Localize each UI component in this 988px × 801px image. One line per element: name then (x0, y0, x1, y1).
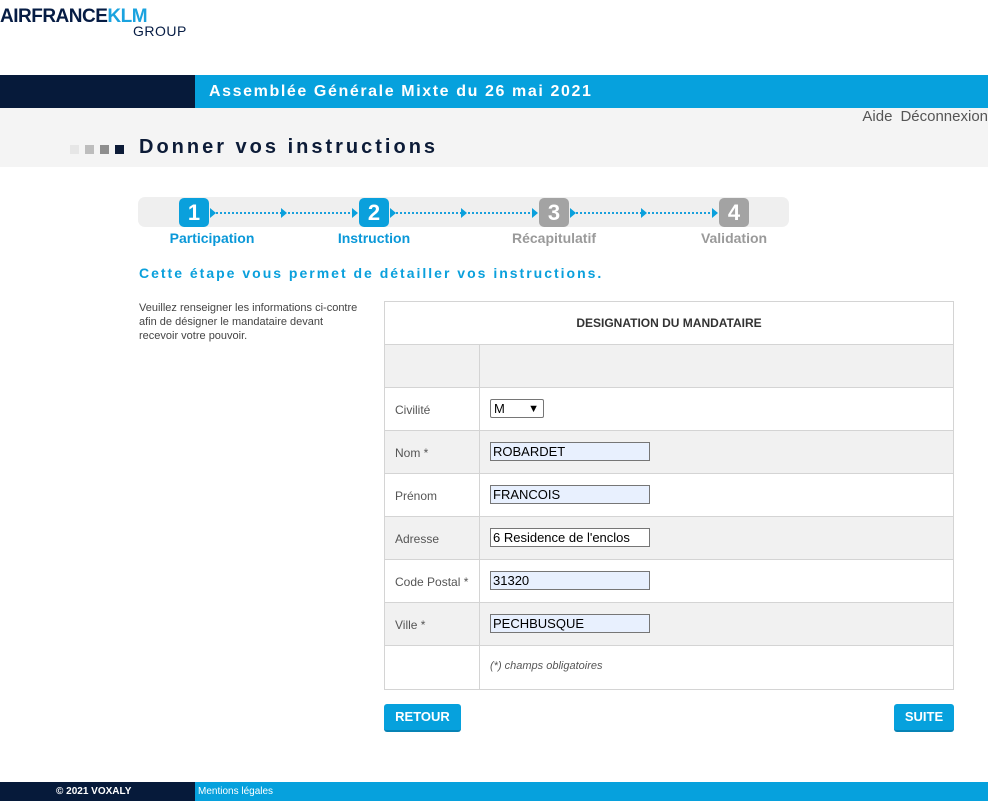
civilite-label: Civilité (385, 388, 480, 430)
arrow-right-icon (570, 208, 576, 218)
civilite-select[interactable]: M ▼ (490, 399, 544, 418)
title-square-icon (115, 145, 124, 154)
ville-input[interactable] (490, 614, 650, 633)
arrow-right-icon (532, 208, 538, 218)
prenom-label: Prénom (385, 474, 480, 516)
required-fields-note: (*) champs obligatoires (490, 660, 603, 672)
footer-bar: Mentions légales (195, 782, 988, 801)
arrow-right-icon (281, 208, 287, 218)
form-row-note: (*) champs obligatoires (385, 646, 953, 689)
code-postal-label: Code Postal * (385, 560, 480, 602)
arrow-right-icon (352, 208, 358, 218)
logout-link[interactable]: Déconnexion (900, 108, 988, 125)
step-label-participation: Participation (169, 230, 255, 246)
civilite-value: M (494, 401, 505, 416)
form-cell (480, 603, 953, 645)
form-spacer-row (385, 345, 953, 388)
top-links: Aide Déconnexion (854, 108, 988, 126)
banner-title: Assemblée Générale Mixte du 26 mai 2021 (195, 75, 988, 108)
arrow-right-icon (210, 208, 216, 218)
back-button[interactable]: RETOUR (384, 704, 461, 732)
form-row-code-postal: Code Postal * (385, 560, 953, 603)
form-cell (480, 560, 953, 602)
adresse-label: Adresse (385, 517, 480, 559)
form-cell (385, 646, 480, 689)
form-row-prenom: Prénom (385, 474, 953, 517)
logo-wordmark: AIRFRANCEKLM (0, 6, 148, 28)
step-label-validation: Validation (700, 230, 768, 246)
form-cell (385, 345, 480, 387)
logo-airfrance: AIRFRANCE (0, 6, 108, 27)
form-row-adresse: Adresse (385, 517, 953, 560)
arrow-right-icon (712, 208, 718, 218)
page-title: Donner vos instructions (139, 136, 439, 158)
step-label-instruction: Instruction (337, 230, 411, 246)
step-3-badge: 3 (539, 198, 569, 227)
form-cell: M ▼ (480, 388, 953, 430)
banner-left (0, 75, 195, 108)
nom-input[interactable] (490, 442, 650, 461)
form-title: DESIGNATION DU MANDATAIRE (385, 302, 953, 345)
logo-group: GROUP (133, 23, 187, 39)
chevron-down-icon: ▼ (528, 403, 539, 415)
ville-label: Ville * (385, 603, 480, 645)
code-postal-input[interactable] (490, 571, 650, 590)
next-button[interactable]: SUITE (894, 704, 954, 732)
page: AIRFRANCEKLM GROUP Assemblée Générale Mi… (0, 0, 988, 801)
help-text: Veuillez renseigner les informations ci-… (139, 302, 358, 342)
mandataire-form: DESIGNATION DU MANDATAIRE Civilité M ▼ No… (384, 301, 954, 690)
form-cell (480, 345, 953, 387)
arrow-right-icon (461, 208, 467, 218)
title-square-icon (85, 145, 94, 154)
step-2-badge: 2 (359, 198, 389, 227)
form-cell: (*) champs obligatoires (480, 646, 953, 689)
step-4-badge: 4 (719, 198, 749, 227)
legal-notice-link[interactable]: Mentions légales (198, 786, 273, 797)
form-row-nom: Nom * (385, 431, 953, 474)
form-cell (480, 517, 953, 559)
airfrance-klm-logo: AIRFRANCEKLM GROUP (0, 6, 200, 40)
footer-copyright: © 2021 VOXALY (0, 782, 195, 801)
step-intro: Cette étape vous permet de détailler vos… (139, 265, 604, 281)
arrow-right-icon (641, 208, 647, 218)
title-square-icon (100, 145, 109, 154)
arrow-right-icon (390, 208, 396, 218)
adresse-input[interactable] (490, 528, 650, 547)
help-link[interactable]: Aide (862, 108, 892, 125)
form-cell (480, 431, 953, 473)
form-row-civilite: Civilité M ▼ (385, 388, 953, 431)
form-row-ville: Ville * (385, 603, 953, 646)
prenom-input[interactable] (490, 485, 650, 504)
form-cell (480, 474, 953, 516)
title-square-icon (70, 145, 79, 154)
nom-label: Nom * (385, 431, 480, 473)
step-1-badge: 1 (179, 198, 209, 227)
step-label-recapitulatif: Récapitulatif (511, 230, 597, 246)
